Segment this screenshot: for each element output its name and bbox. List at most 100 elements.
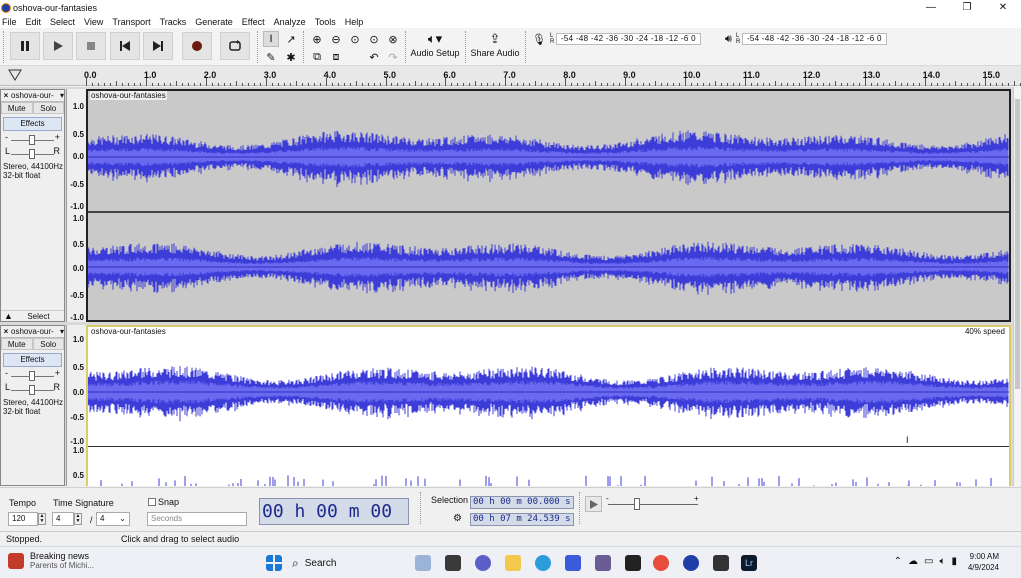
toolbar-grip[interactable]: [3, 31, 7, 63]
minimize-button[interactable]: —: [913, 0, 949, 15]
collapse-icon[interactable]: ▲: [1, 311, 13, 321]
play-at-speed-button[interactable]: [585, 496, 602, 512]
draw-tool[interactable]: ✎: [263, 49, 279, 65]
menu-generate[interactable]: Generate: [195, 17, 233, 27]
skip-to-start-button[interactable]: [110, 32, 140, 60]
xbox-icon[interactable]: [625, 555, 641, 571]
stop-button[interactable]: [76, 32, 106, 60]
playback-speed-slider[interactable]: [608, 504, 698, 505]
chrome-icon[interactable]: [653, 555, 669, 571]
menu-transport[interactable]: Transport: [112, 17, 150, 27]
app-icon[interactable]: [713, 555, 729, 571]
share-grip[interactable]: [465, 31, 469, 63]
snap-unit-select[interactable]: Seconds: [147, 512, 247, 526]
skip-to-end-button[interactable]: [143, 32, 173, 60]
teams-icon[interactable]: [475, 555, 491, 571]
solo-button[interactable]: Solo: [32, 338, 64, 350]
menu-analyze[interactable]: Analyze: [274, 17, 306, 27]
select-track-button[interactable]: Select: [13, 312, 64, 321]
multi-tool[interactable]: ✱: [283, 49, 299, 65]
close-button[interactable]: ✕: [985, 0, 1021, 15]
tools-grip[interactable]: [257, 31, 261, 63]
volume-icon[interactable]: 🔈︎: [939, 556, 945, 567]
pan-slider[interactable]: L R: [5, 382, 60, 396]
edit-grip[interactable]: [303, 31, 307, 63]
ts-numerator-spinner[interactable]: ▲ ▼: [74, 513, 82, 525]
menu-help[interactable]: Help: [345, 17, 364, 27]
tempo-input[interactable]: 120: [8, 512, 38, 526]
menu-view[interactable]: View: [84, 17, 103, 27]
clip-title[interactable]: oshova-our-fantasies: [90, 91, 167, 100]
mute-button[interactable]: Mute: [1, 102, 33, 114]
close-track-icon[interactable]: ×: [1, 327, 11, 336]
pause-button[interactable]: [10, 32, 40, 60]
zoom-in-button[interactable]: ⊕: [309, 31, 325, 47]
ts-numerator-input[interactable]: 4: [52, 512, 74, 526]
effects-button[interactable]: Effects: [3, 117, 62, 131]
silence-button[interactable]: ⧈: [328, 49, 344, 65]
task-view-icon[interactable]: [415, 555, 431, 571]
play-at-speed-grip[interactable]: [579, 492, 583, 524]
share-audio-button[interactable]: ⇪ Share Audio: [470, 30, 520, 64]
taskbar-search[interactable]: ⌕ Search: [292, 553, 382, 573]
mute-button[interactable]: Mute: [1, 338, 33, 350]
solo-button[interactable]: Solo: [32, 102, 64, 114]
close-track-icon[interactable]: ×: [1, 91, 11, 100]
redo-button[interactable]: ↷: [385, 49, 401, 65]
chevron-up-icon[interactable]: ⌃: [894, 556, 902, 567]
timeline-ruler[interactable]: 0.0 1.0 2.0 3.0 4.0 5.0 6.0 7.0 8.0 9.0 10.0 11.0 12…: [0, 66, 1021, 86]
track-name-menu[interactable]: oshova-our-: [11, 91, 60, 100]
menu-edit[interactable]: Edit: [26, 17, 42, 27]
selection-end-display[interactable]: 00 h 07 m 24.539 s: [470, 513, 574, 526]
ts-denominator-select[interactable]: 4 ⌄: [96, 512, 130, 526]
audio-setup-button[interactable]: 🔈︎▾ Audio Setup: [410, 30, 460, 64]
audio-setup-grip[interactable]: [405, 31, 409, 63]
system-tray[interactable]: ⌃ ☁ ▭ 🔈︎ ▮: [894, 556, 957, 567]
loop-button[interactable]: [220, 32, 250, 60]
gear-icon[interactable]: ⚙: [453, 513, 462, 524]
audio-clip[interactable]: oshova-our-fantasies: [86, 89, 1011, 322]
edge-icon[interactable]: [535, 555, 551, 571]
envelope-tool[interactable]: ↗: [283, 31, 299, 47]
effects-button[interactable]: Effects: [3, 353, 62, 367]
dropdown-icon[interactable]: ▾: [60, 91, 64, 100]
playback-meter[interactable]: 🔊︎ LR -54 -48 -42 -36 -30 -24 -18 -12 -6…: [725, 32, 887, 46]
vertical-scrollbar[interactable]: [1013, 87, 1021, 486]
windows-start-icon[interactable]: [266, 555, 282, 571]
play-button[interactable]: [43, 32, 73, 60]
zoom-toggle-button[interactable]: ⊗: [385, 31, 401, 47]
battery-icon[interactable]: ▮: [951, 556, 957, 567]
fit-project-button[interactable]: ⊙: [366, 31, 382, 47]
file-explorer-icon[interactable]: [505, 555, 521, 571]
store-icon[interactable]: [565, 555, 581, 571]
undo-button[interactable]: ↶: [366, 49, 382, 65]
gain-slider[interactable]: - +: [5, 368, 60, 382]
gain-slider[interactable]: - +: [5, 132, 60, 146]
selection-start-display[interactable]: 00 h 00 m 00.000 s: [470, 496, 574, 509]
dropdown-icon[interactable]: ▾: [60, 327, 64, 336]
audacity-icon[interactable]: [683, 555, 699, 571]
filter-icon[interactable]: [8, 69, 22, 81]
menu-effect[interactable]: Effect: [242, 17, 265, 27]
clip-title[interactable]: oshova-our-fantasies: [90, 327, 167, 336]
trim-button[interactable]: ⧉: [309, 49, 325, 65]
maximize-button[interactable]: ❐: [949, 0, 985, 15]
scrollbar-thumb[interactable]: [1015, 99, 1020, 389]
taskbar-clock[interactable]: 9:00 AM 4/9/2024: [968, 551, 999, 573]
audio-clip[interactable]: oshova-our-fantasies 40% speed I: [86, 325, 1011, 486]
audio-position-display[interactable]: 00 h 00 m 00 s▾: [259, 498, 409, 547]
fit-selection-button[interactable]: ⊙: [347, 31, 363, 47]
menu-tools[interactable]: Tools: [315, 17, 336, 27]
speed-slider-knob[interactable]: [634, 498, 640, 510]
menu-select[interactable]: Select: [50, 17, 75, 27]
meter-grip[interactable]: [525, 31, 529, 63]
pan-slider[interactable]: L R: [5, 146, 60, 160]
cloud-icon[interactable]: ☁: [908, 556, 918, 567]
app-icon[interactable]: [445, 555, 461, 571]
record-meter[interactable]: 🎙︎ LR -54 -48 -42 -36 -30 -24 -18 -12 -6…: [532, 32, 701, 46]
track-name-menu[interactable]: oshova-our-: [11, 327, 60, 336]
selection-grip[interactable]: [420, 492, 424, 524]
snap-checkbox[interactable]: [148, 498, 156, 506]
track-area[interactable]: × oshova-our- ▾ Mute Solo Effects - + L …: [0, 87, 1021, 486]
menu-file[interactable]: File: [2, 17, 17, 27]
